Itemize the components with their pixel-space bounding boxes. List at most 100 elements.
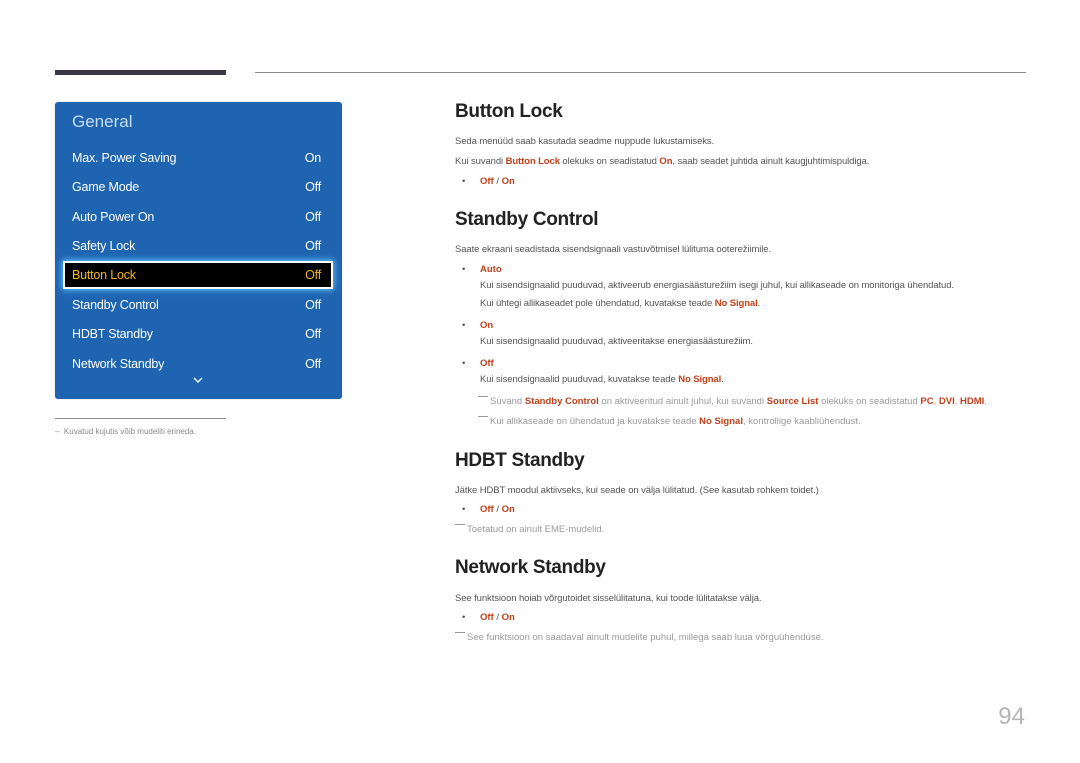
option-off: Off (480, 176, 494, 187)
note: Suvand Standby Control on aktiveeritud a… (478, 396, 987, 407)
highlight: Source List (766, 396, 819, 407)
paragraph: Seda menüüd saab kasutada seadme nuppude… (455, 136, 715, 147)
paragraph: Jätke HDBT moodul aktiivseks, kui seade … (455, 485, 819, 496)
menu-item-max-power-saving[interactable]: Max. Power Saving On (65, 146, 331, 170)
paragraph: Kui sisendsignaalid puuduvad, aktiveerub… (480, 280, 954, 291)
menu-item-label: Standby Control (72, 298, 159, 312)
menu-item-value: Off (305, 239, 321, 253)
page-number: 94 (998, 703, 1025, 730)
header-bar-thick (55, 70, 226, 75)
heading-network-standby: Network Standby (455, 557, 606, 578)
menu-item-value: Off (305, 327, 321, 341)
text: , saab seadet juhtida ainult kaugjuhtimi… (672, 156, 870, 167)
option-list: Off / On (480, 176, 515, 187)
paragraph: Saate ekraani seadistada sisendsignaali … (455, 244, 771, 255)
menu-item-label: Auto Power On (72, 210, 155, 224)
option-off: Off (480, 504, 494, 515)
option-on: On (501, 176, 515, 187)
note-dash-icon (478, 416, 488, 417)
footnote-text: Kuvatud kujutis võib mudeliti erineda. (63, 427, 196, 436)
menu-item-label: Network Standby (72, 357, 165, 371)
paragraph: Kui sisendsignaalid puuduvad, aktiveerit… (480, 336, 753, 347)
separator: / (493, 176, 502, 187)
bullet: • (462, 264, 466, 275)
menu-item-value: Off (305, 268, 321, 282)
bullet: • (462, 504, 466, 515)
note: Toetatud on ainult EME-mudelid. (455, 524, 604, 535)
bullet: • (462, 612, 466, 623)
text: Kui allikaseade on ühendatud ja kuvataks… (490, 416, 700, 427)
highlight: On (659, 156, 673, 167)
text: See funktsioon on saadaval ainult mudeli… (467, 632, 824, 643)
paragraph: Kui sisendsignaalid puuduvad, kuvatakse … (480, 374, 724, 385)
highlight: No Signal (678, 374, 722, 385)
menu-item-label: Safety Lock (72, 239, 136, 253)
highlight: Button Lock (505, 156, 560, 167)
menu-item-label: HDBT Standby (72, 327, 153, 341)
menu-item-standby-control[interactable]: Standby Control Off (65, 293, 331, 317)
highlight: Standby Control (524, 396, 599, 407)
note-dash-icon (478, 396, 488, 397)
separator: / (493, 612, 502, 623)
menu-item-label: Max. Power Saving (72, 151, 177, 165)
header-rule (255, 72, 1026, 73)
text: Toetatud on ainult EME-mudelid. (467, 524, 605, 535)
highlight: HDMI (960, 396, 985, 407)
bullet: • (462, 176, 466, 187)
note-dash-icon (455, 524, 465, 525)
text: olekuks on seadistatud (818, 396, 921, 407)
menu-item-network-standby[interactable]: Network Standby Off (65, 352, 331, 376)
highlight: No Signal (699, 416, 743, 427)
text: on aktiveeritud ainult juhul, kui suvand… (598, 396, 767, 407)
menu-item-value: Off (305, 210, 321, 224)
option-on: On (501, 612, 515, 623)
highlight: DVI (938, 396, 955, 407)
paragraph: Kui suvandi Button Lock olekuks on seadi… (455, 156, 869, 167)
option-on: On (501, 504, 515, 515)
text: olekuks on seadistatud (559, 156, 660, 167)
heading-standby-control: Standby Control (455, 209, 599, 230)
footnote-rule (55, 418, 226, 419)
text: . (984, 396, 987, 407)
text: . (721, 374, 724, 385)
menu-item-value: Off (305, 298, 321, 312)
text: Kui sisendsignaalid puuduvad, kuvatakse … (480, 374, 679, 385)
heading-hdbt-standby: HDBT Standby (455, 450, 585, 471)
chevron-down-icon[interactable] (192, 374, 204, 386)
option-list: Off / On (480, 504, 515, 515)
option-auto: Auto (480, 264, 502, 275)
menu-item-value: Off (305, 357, 321, 371)
general-menu: General Max. Power Saving On Game Mode O… (55, 102, 342, 399)
paragraph: Kui ühtegi allikaseadet pole ühendatud, … (480, 298, 760, 309)
menu-item-game-mode[interactable]: Game Mode Off (65, 175, 331, 199)
highlight: No Signal (714, 298, 758, 309)
option-on: On (480, 320, 494, 331)
text: Kui suvandi (455, 156, 506, 167)
note: Kui allikaseade on ühendatud ja kuvataks… (478, 416, 861, 427)
footnote: – Kuvatud kujutis võib mudeliti erineda. (55, 427, 196, 436)
paragraph: See funktsioon hoiab võrgutoidet sisselü… (455, 593, 762, 604)
menu-item-hdbt-standby[interactable]: HDBT Standby Off (65, 322, 331, 346)
heading-button-lock: Button Lock (455, 101, 563, 122)
text: Suvand (490, 396, 525, 407)
separator: / (493, 504, 502, 515)
text: . (757, 298, 761, 309)
bullet: • (462, 320, 466, 331)
menu-title: General (72, 112, 133, 131)
option-list: Off / On (480, 612, 515, 623)
menu-item-safety-lock[interactable]: Safety Lock Off (65, 234, 331, 258)
text: Kui ühtegi allikaseadet pole ühendatud, … (480, 298, 715, 309)
menu-item-value: On (304, 151, 321, 165)
highlight: PC (920, 396, 934, 407)
menu-item-auto-power-on[interactable]: Auto Power On Off (65, 205, 331, 229)
option-off: Off (480, 612, 494, 623)
text: , kontrollige kaabliühendust. (742, 416, 861, 427)
menu-item-label: Game Mode (72, 180, 139, 194)
note-dash-icon (455, 632, 465, 633)
menu-item-label: Button Lock (72, 268, 136, 282)
bullet: • (462, 358, 466, 369)
note: See funktsioon on saadaval ainult mudeli… (455, 632, 824, 643)
option-off: Off (480, 358, 494, 369)
menu-item-button-lock[interactable]: Button Lock Off (63, 261, 333, 289)
menu-item-value: Off (305, 180, 321, 194)
